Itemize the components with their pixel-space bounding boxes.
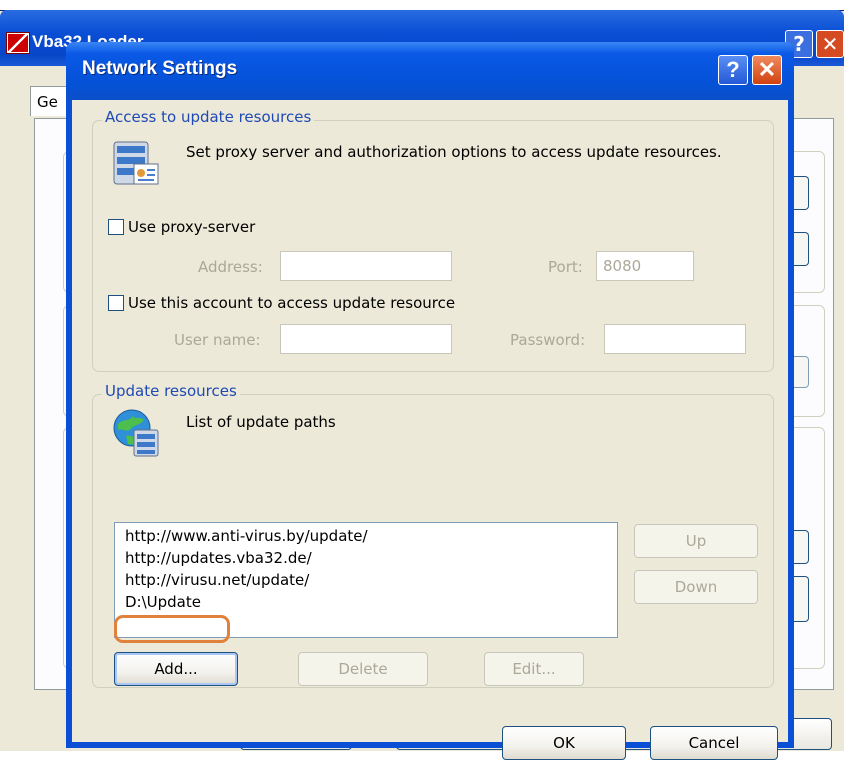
background-control-edge[interactable] bbox=[794, 176, 809, 210]
edit-button[interactable]: Edit... bbox=[484, 652, 584, 686]
use-proxy-label: Use proxy-server bbox=[128, 218, 256, 236]
background-control-edge[interactable] bbox=[794, 356, 809, 388]
password-label: Password: bbox=[510, 331, 586, 349]
add-button[interactable]: Add... bbox=[114, 652, 238, 686]
list-item[interactable]: http://virusu.net/update/ bbox=[125, 570, 309, 590]
list-item[interactable]: D:\Update bbox=[125, 592, 201, 612]
background-control-edge[interactable] bbox=[794, 576, 809, 622]
username-label: User name: bbox=[174, 331, 261, 349]
access-description: Set proxy server and authorization optio… bbox=[186, 143, 722, 161]
cancel-button[interactable]: Cancel bbox=[650, 726, 778, 760]
dialog-client-area: Access to update resources Set proxy ser… bbox=[72, 100, 788, 760]
down-button[interactable]: Down bbox=[634, 570, 758, 604]
password-field[interactable] bbox=[604, 324, 746, 354]
highlight-annotation-ring bbox=[114, 615, 230, 643]
server-settings-icon bbox=[108, 136, 164, 190]
background-close-button[interactable]: ✕ bbox=[816, 30, 844, 58]
access-group-legend: Access to update resources bbox=[102, 108, 315, 126]
delete-button[interactable]: Delete bbox=[298, 652, 428, 686]
use-account-checkbox-box[interactable] bbox=[108, 295, 124, 311]
use-account-checkbox[interactable]: Use this account to access update resour… bbox=[108, 294, 455, 312]
close-button[interactable]: ✕ bbox=[752, 55, 782, 85]
use-proxy-checkbox-box[interactable] bbox=[108, 219, 124, 235]
dialog-titlebar[interactable]: Network Settings ? ✕ bbox=[66, 42, 794, 100]
port-field[interactable]: 8080 bbox=[596, 251, 694, 281]
help-button[interactable]: ? bbox=[718, 55, 748, 85]
ok-button[interactable]: OK bbox=[502, 726, 626, 760]
use-account-label: Use this account to access update resour… bbox=[128, 294, 456, 312]
username-field[interactable] bbox=[280, 324, 452, 354]
list-item[interactable]: http://updates.vba32.de/ bbox=[125, 548, 312, 568]
up-button[interactable]: Up bbox=[634, 524, 758, 558]
address-field[interactable] bbox=[280, 251, 452, 281]
background-control-edge[interactable] bbox=[794, 530, 809, 564]
network-settings-dialog: Network Settings ? ✕ Access to update re… bbox=[66, 42, 794, 760]
port-label: Port: bbox=[548, 258, 583, 276]
background-control-edge[interactable] bbox=[794, 232, 809, 266]
list-item[interactable]: http://www.anti-virus.by/update/ bbox=[125, 526, 368, 546]
update-group-legend: Update resources bbox=[102, 382, 240, 400]
vba32-app-icon bbox=[6, 32, 30, 54]
use-proxy-checkbox[interactable]: Use proxy-server bbox=[108, 218, 255, 236]
address-label: Address: bbox=[198, 258, 263, 276]
update-globe-icon bbox=[110, 406, 164, 460]
dialog-title: Network Settings bbox=[82, 58, 238, 79]
update-description: List of update paths bbox=[186, 413, 336, 431]
